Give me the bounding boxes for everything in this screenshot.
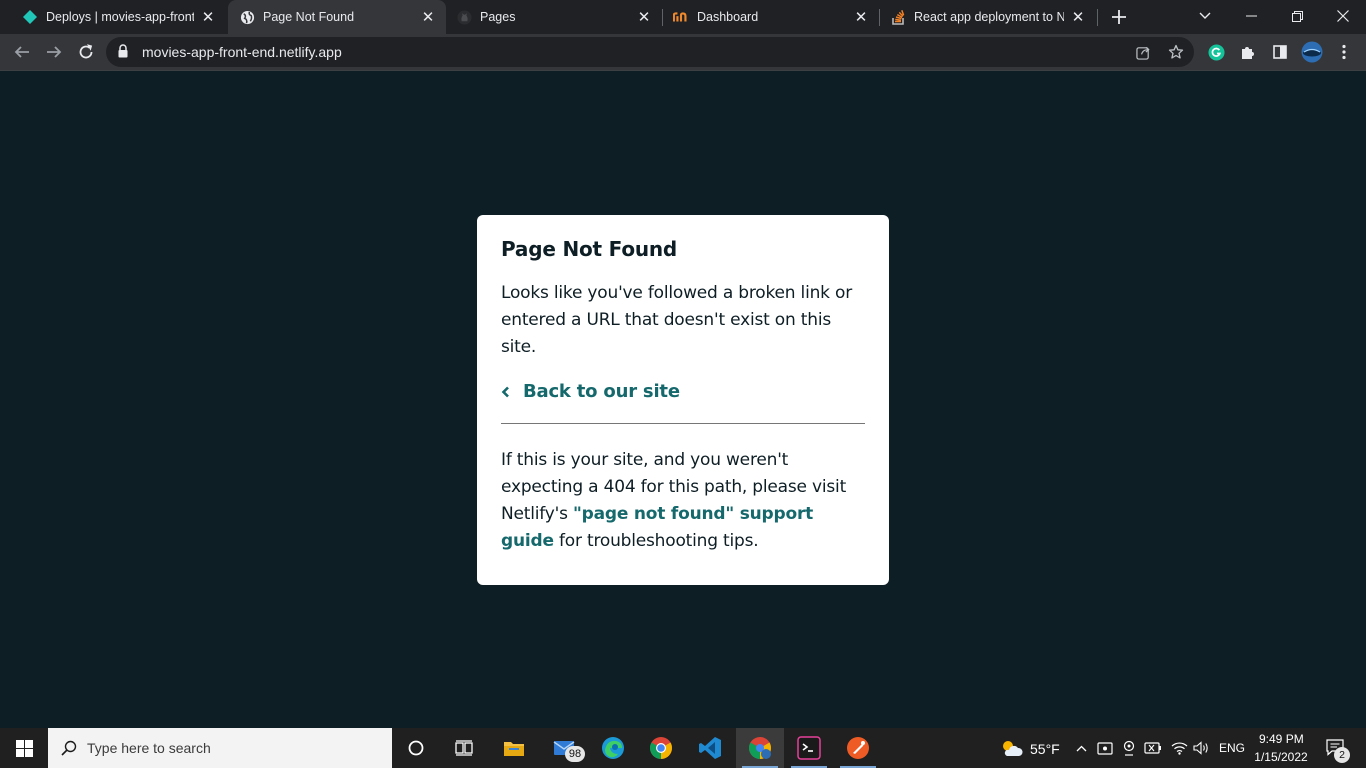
chrome-profile-taskbar-icon[interactable] bbox=[736, 728, 784, 768]
notification-center-icon[interactable]: 2 bbox=[1318, 728, 1354, 768]
close-tab-icon[interactable]: ✕ bbox=[853, 9, 869, 26]
github-icon bbox=[456, 9, 472, 25]
globe-icon bbox=[239, 9, 255, 25]
postman-icon[interactable] bbox=[834, 728, 882, 768]
task-view-icon[interactable] bbox=[440, 728, 488, 768]
tab-netlify-deploys[interactable]: Deploys | movies-app-front-e ✕ bbox=[0, 0, 226, 34]
terminal-icon[interactable] bbox=[785, 728, 833, 768]
clock-date[interactable]: 1/15/2022 bbox=[1253, 750, 1309, 764]
minimize-button[interactable] bbox=[1228, 0, 1274, 32]
tab-github-pages[interactable]: Pages ✕ bbox=[446, 0, 662, 34]
stackoverflow-icon bbox=[890, 9, 906, 25]
file-explorer-icon[interactable] bbox=[490, 728, 538, 768]
language-indicator[interactable]: ENG bbox=[1219, 741, 1245, 755]
reload-icon[interactable] bbox=[72, 38, 100, 66]
back-link-label: Back to our site bbox=[523, 381, 680, 402]
url-text[interactable]: movies-app-front-end.netlify.app bbox=[142, 44, 342, 60]
cortana-icon[interactable] bbox=[392, 728, 440, 768]
not-found-card: Page Not Found Looks like you've followe… bbox=[477, 215, 889, 585]
meet-now-icon[interactable] bbox=[1095, 728, 1115, 768]
edge-browser-icon[interactable] bbox=[589, 728, 637, 768]
divider bbox=[501, 423, 865, 424]
back-to-site-link[interactable]: Back to our site bbox=[501, 381, 865, 402]
chevron-left-icon bbox=[501, 385, 515, 399]
mail-icon[interactable]: 98 bbox=[540, 728, 588, 768]
webcam-icon[interactable] bbox=[1119, 728, 1139, 768]
search-icon bbox=[61, 740, 77, 756]
page-title: Page Not Found bbox=[501, 237, 678, 261]
tab-search-button[interactable] bbox=[1182, 0, 1228, 32]
forward-arrow-icon[interactable] bbox=[40, 38, 68, 66]
help-text: If this is your site, and you weren't ex… bbox=[501, 447, 865, 555]
vscode-icon[interactable] bbox=[686, 728, 734, 768]
close-window-button[interactable] bbox=[1320, 0, 1366, 32]
back-arrow-icon[interactable] bbox=[8, 38, 36, 66]
tab-title: Pages bbox=[480, 10, 516, 24]
profile-avatar-icon[interactable] bbox=[1298, 38, 1326, 66]
mail-badge: 98 bbox=[565, 746, 585, 762]
help-text-after: for troubleshooting tips. bbox=[553, 531, 759, 551]
search-placeholder: Type here to search bbox=[87, 740, 211, 756]
battery-icon[interactable] bbox=[1142, 728, 1164, 768]
clock-time[interactable]: 9:49 PM bbox=[1259, 732, 1304, 746]
lock-icon[interactable] bbox=[118, 44, 132, 60]
dev-logo-icon bbox=[673, 9, 689, 25]
close-tab-icon[interactable]: ✕ bbox=[200, 9, 216, 26]
tab-dashboard[interactable]: Dashboard ✕ bbox=[663, 0, 879, 34]
netlify-diamond-icon bbox=[22, 9, 38, 25]
tab-react-deployment[interactable]: React app deployment to Ne ✕ bbox=[880, 0, 1096, 34]
wifi-icon[interactable] bbox=[1168, 728, 1190, 768]
weather-temperature[interactable]: 55°F bbox=[1030, 741, 1060, 757]
notification-badge: 2 bbox=[1334, 747, 1350, 763]
new-tab-button[interactable] bbox=[1107, 5, 1131, 29]
tab-title: Deploys | movies-app-front-e bbox=[46, 10, 194, 24]
tab-title: Page Not Found bbox=[263, 10, 355, 24]
volume-icon[interactable] bbox=[1190, 728, 1212, 768]
page-body: Page Not Found Looks like you've followe… bbox=[0, 71, 1366, 728]
tab-title: React app deployment to Ne bbox=[914, 10, 1064, 24]
extensions-puzzle-icon[interactable] bbox=[1234, 38, 1262, 66]
windows-start-button[interactable] bbox=[0, 728, 48, 768]
tab-title: Dashboard bbox=[697, 10, 759, 24]
restore-button[interactable] bbox=[1274, 0, 1320, 32]
close-tab-icon[interactable]: ✕ bbox=[420, 9, 436, 26]
close-tab-icon[interactable]: ✕ bbox=[636, 9, 652, 26]
grammarly-extension-icon[interactable] bbox=[1202, 38, 1230, 66]
error-message: Looks like you've followed a broken link… bbox=[501, 283, 853, 357]
chrome-menu-icon[interactable] bbox=[1330, 38, 1358, 66]
taskbar-search-box[interactable]: Type here to search bbox=[48, 728, 392, 768]
side-panel-icon[interactable] bbox=[1266, 38, 1294, 66]
tab-page-not-found[interactable]: Page Not Found ✕ bbox=[228, 0, 446, 34]
weather-icon[interactable] bbox=[996, 728, 1026, 768]
close-tab-icon[interactable]: ✕ bbox=[1070, 9, 1086, 26]
chrome-app-icon[interactable] bbox=[637, 728, 685, 768]
share-icon[interactable] bbox=[1129, 38, 1157, 66]
tray-chevron-up-icon[interactable] bbox=[1072, 728, 1090, 768]
bookmark-star-icon[interactable] bbox=[1162, 38, 1190, 66]
tab-separator bbox=[1097, 9, 1098, 26]
